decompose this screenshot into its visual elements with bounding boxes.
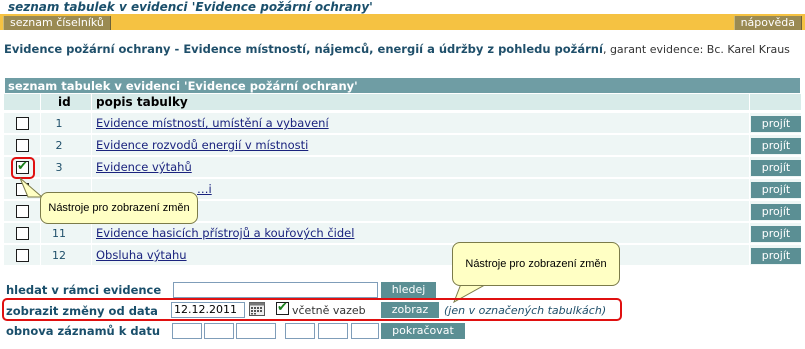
restore-day-input[interactable] <box>172 323 202 339</box>
continue-button[interactable]: pokračovat <box>381 323 465 339</box>
table-link[interactable]: Obsluha výtahu <box>96 245 187 266</box>
search-input[interactable] <box>173 282 378 298</box>
restore-minute-input[interactable] <box>318 323 348 339</box>
callout-tooltip: Nástroje pro zobrazení změn <box>452 242 620 286</box>
go-button[interactable]: projít <box>751 248 801 264</box>
table-row: 2 Evidence rozvodů energií v místnosti p… <box>4 134 801 155</box>
row-id: 3 <box>55 161 63 174</box>
restore-hour-input[interactable] <box>285 323 315 339</box>
top-toolbar: seznam číselníků nápověda <box>0 16 805 30</box>
row-checkbox[interactable] <box>16 205 29 218</box>
search-button[interactable]: hledej <box>381 282 436 298</box>
table-caption: seznam tabulek v evidenci 'Evidence požá… <box>4 77 801 94</box>
row-id: 2 <box>55 139 63 152</box>
evidence-description: Evidence požární ochrany - Evidence míst… <box>4 42 802 57</box>
page-title: seznam tabulek v evidenci 'Evidence požá… <box>8 0 373 14</box>
go-button[interactable]: projít <box>751 116 801 132</box>
table-row: 11 Evidence hasicích přístrojů a kouřový… <box>4 222 801 243</box>
row-checkbox[interactable] <box>16 227 29 240</box>
table-header-row: id popis tabulky <box>4 94 801 110</box>
table-row: 3 Evidence výtahů projít <box>4 156 801 177</box>
row-checkbox[interactable] <box>16 249 29 262</box>
callout-tooltip: Nástroje pro zobrazení změn <box>40 192 198 224</box>
row-id: 12 <box>52 249 66 262</box>
row-checkbox[interactable] <box>16 117 29 130</box>
restore-second-input[interactable] <box>351 323 379 339</box>
go-button[interactable]: projít <box>751 226 801 242</box>
go-button[interactable]: projít <box>751 182 801 198</box>
restore-label: obnova záznamů k datu <box>6 324 161 338</box>
column-header-id: id <box>58 95 71 109</box>
changes-row-highlight <box>2 298 622 321</box>
table-row: 12 Obsluha výtahu projít <box>4 244 801 265</box>
go-button[interactable]: projít <box>751 160 801 176</box>
row-checkbox[interactable] <box>16 139 29 152</box>
column-divider <box>91 94 92 265</box>
help-button[interactable]: nápověda <box>733 16 802 30</box>
row-id: 1 <box>55 117 63 130</box>
search-label: hledat v rámci evidence <box>6 283 162 297</box>
restore-year-input[interactable] <box>236 323 276 339</box>
table-row: 1 Evidence místností, umístění a vybaven… <box>4 112 801 133</box>
table-link[interactable]: Evidence rozvodů energií v místnosti <box>96 135 308 156</box>
column-header-description: popis tabulky <box>96 95 188 109</box>
table-link[interactable]: Evidence místností, umístění a vybavení <box>96 113 329 134</box>
table-link[interactable]: Evidence hasicích přístrojů a kouřových … <box>96 223 354 244</box>
restore-month-input[interactable] <box>204 323 234 339</box>
go-button[interactable]: projít <box>751 204 801 220</box>
row-id: 11 <box>52 227 66 240</box>
evidence-name: Evidence požární ochrany - Evidence míst… <box>4 42 603 56</box>
column-divider <box>749 94 750 265</box>
table-link[interactable]: …i <box>197 179 212 200</box>
table-link[interactable]: Evidence výtahů <box>96 157 192 178</box>
go-button[interactable]: projít <box>751 138 801 154</box>
codelists-button[interactable]: seznam číselníků <box>3 16 111 30</box>
evidence-guarantor: , garant evidence: Bc. Karel Kraus <box>602 43 790 56</box>
